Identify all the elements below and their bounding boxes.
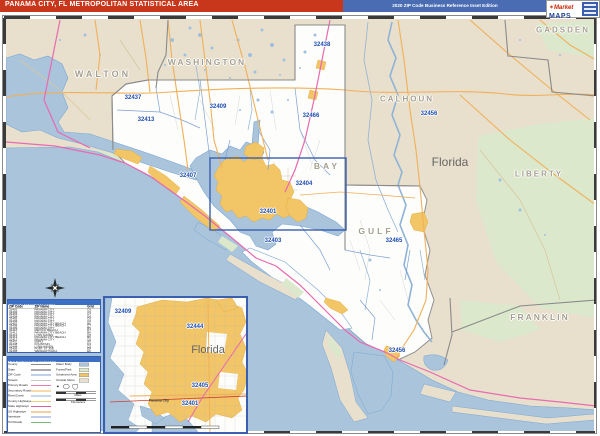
edition-text: 2020 ZIP Code Business Reference Inset E… (392, 2, 498, 9)
logo-maps-text: MAPS (549, 13, 572, 20)
logo-market-text: Market (554, 5, 574, 11)
inset-urban (131, 298, 246, 423)
us-highway-shield-icon (62, 384, 70, 389)
legend-icons: ✦ (56, 383, 100, 390)
legend-panel: Map Features (as applicable) CountyState… (7, 356, 101, 433)
compass-rose-icon (45, 278, 65, 298)
scale-miles-label: Miles (74, 394, 82, 397)
logo-badge (582, 2, 598, 16)
inset-scale-bar (111, 425, 220, 429)
legend-line-item: Toll Roads (8, 420, 56, 425)
inset-map (105, 298, 246, 432)
north-arrow-icon: ✦ (56, 383, 60, 389)
legend-area-items: Water Body Forest/Park Urbanized Area Outsi… (56, 362, 100, 383)
logo-text: ✶Market MAPS (549, 2, 582, 20)
inset-map-panel: 32409 32444 32405 32401 Florida Panama City (103, 296, 248, 434)
zip-index-table: ZIP Code ZIP Name Grid 32401 PANAMA CITY C… (8, 305, 100, 352)
title-bar: PANAMA CITY, FL METROPOLITAN STATISTICAL… (0, 0, 600, 12)
scale-km-label: Kilometers (70, 401, 86, 404)
map-page: 32437 32413 32409 32438 32466 32456 32407 32404… (0, 0, 600, 436)
legend-line-items: County State ZIP Code Streets Primary Roads S… (8, 362, 56, 425)
scale-miles: Miles (56, 391, 100, 397)
zip-index-panel: ZIP Code Index/Grid Locator ZIP Code ZIP… (7, 299, 101, 353)
edition-bar: 2020 ZIP Code Business Reference Inset E… (343, 0, 547, 12)
page-title: PANAMA CITY, FL METROPOLITAN STATISTICAL… (5, 1, 199, 8)
marketmaps-logo: ✶Market MAPS (546, 0, 600, 20)
state-highway-shield-icon (72, 383, 78, 390)
scale-km: Kilometers (56, 398, 100, 404)
